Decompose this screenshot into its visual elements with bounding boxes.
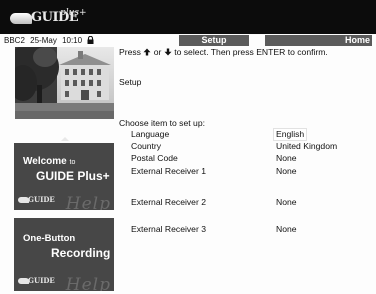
setting-row-country[interactable]: Country United Kingdom	[131, 141, 371, 152]
top-bar: GUIDE plus+	[0, 0, 376, 34]
live-tv-preview	[15, 47, 114, 119]
status-line: BBC2 25-May 10:10	[4, 35, 94, 46]
setting-row-language[interactable]: Language English	[131, 129, 371, 140]
recording-text: Recording	[51, 246, 111, 260]
setting-value: None	[276, 166, 297, 176]
tab-setup[interactable]: Setup	[179, 35, 249, 46]
setting-value: None	[276, 153, 297, 163]
lock-icon	[87, 36, 94, 44]
logo-plus-text: plus+	[60, 8, 87, 18]
setting-row-postal-code[interactable]: Postal Code None	[131, 153, 371, 164]
instruction-or: or	[153, 47, 162, 57]
up-arrow-icon	[143, 48, 151, 56]
instruction-text: Press or to select. Then press ENTER to …	[119, 47, 328, 58]
mini-logo-text: GUIDE	[28, 195, 55, 204]
guide-plus-title: GUIDE Plus+	[36, 169, 110, 183]
setting-value: None	[276, 224, 297, 234]
welcome-text: Welcome to	[23, 156, 75, 169]
setting-row-external-receiver-2[interactable]: External Receiver 2 None	[131, 197, 371, 208]
welcome-to: to	[69, 159, 76, 166]
date-text: 25-May	[30, 36, 57, 45]
setting-label: External Receiver 3	[131, 224, 206, 234]
time-text: 10:10	[62, 36, 83, 45]
choose-label: Choose item to set up:	[119, 118, 205, 128]
tab-home[interactable]: Home	[265, 35, 372, 46]
section-title: Setup	[119, 77, 142, 87]
down-arrow-icon	[164, 48, 172, 56]
panel-guide-logo: GUIDE	[18, 195, 58, 205]
panel-guide-logo: GUIDE	[18, 276, 58, 286]
setting-label: Country	[131, 141, 162, 151]
channel-name: BBC2	[4, 36, 25, 45]
guide-plus-logo: GUIDE plus+	[10, 8, 90, 27]
setting-row-external-receiver-3[interactable]: External Receiver 3 None	[131, 224, 371, 235]
welcome-word: Welcome	[23, 156, 67, 167]
setting-value: None	[276, 197, 297, 207]
setting-label: Postal Code	[131, 153, 178, 163]
preview-image	[15, 47, 114, 119]
setting-label: External Receiver 2	[131, 197, 206, 207]
welcome-panel[interactable]: Welcome to GUIDE Plus+ Help GUIDE	[14, 143, 114, 210]
one-button-recording-panel[interactable]: One-Button Recording Help GUIDE	[14, 218, 114, 291]
setting-value: United Kingdom	[276, 141, 338, 151]
mini-logo-text: GUIDE	[28, 276, 55, 285]
help-watermark: Help	[65, 194, 111, 210]
setting-label: External Receiver 1	[131, 166, 206, 176]
guide-plus-setup-screen: { "header": { "logo_text": "GUIDE", "log…	[0, 0, 376, 294]
logo-swoosh-icon	[10, 13, 32, 24]
panel-up-arrow-icon[interactable]	[61, 137, 69, 141]
setting-value: English	[274, 129, 307, 140]
help-watermark: Help	[65, 275, 111, 291]
setting-row-external-receiver-1[interactable]: External Receiver 1 None	[131, 166, 371, 177]
instruction-rest: to select. Then press ENTER to confirm.	[174, 47, 328, 57]
setting-label: Language	[131, 129, 170, 139]
instruction-press: Press	[119, 47, 141, 57]
one-button-text: One-Button	[23, 233, 76, 244]
